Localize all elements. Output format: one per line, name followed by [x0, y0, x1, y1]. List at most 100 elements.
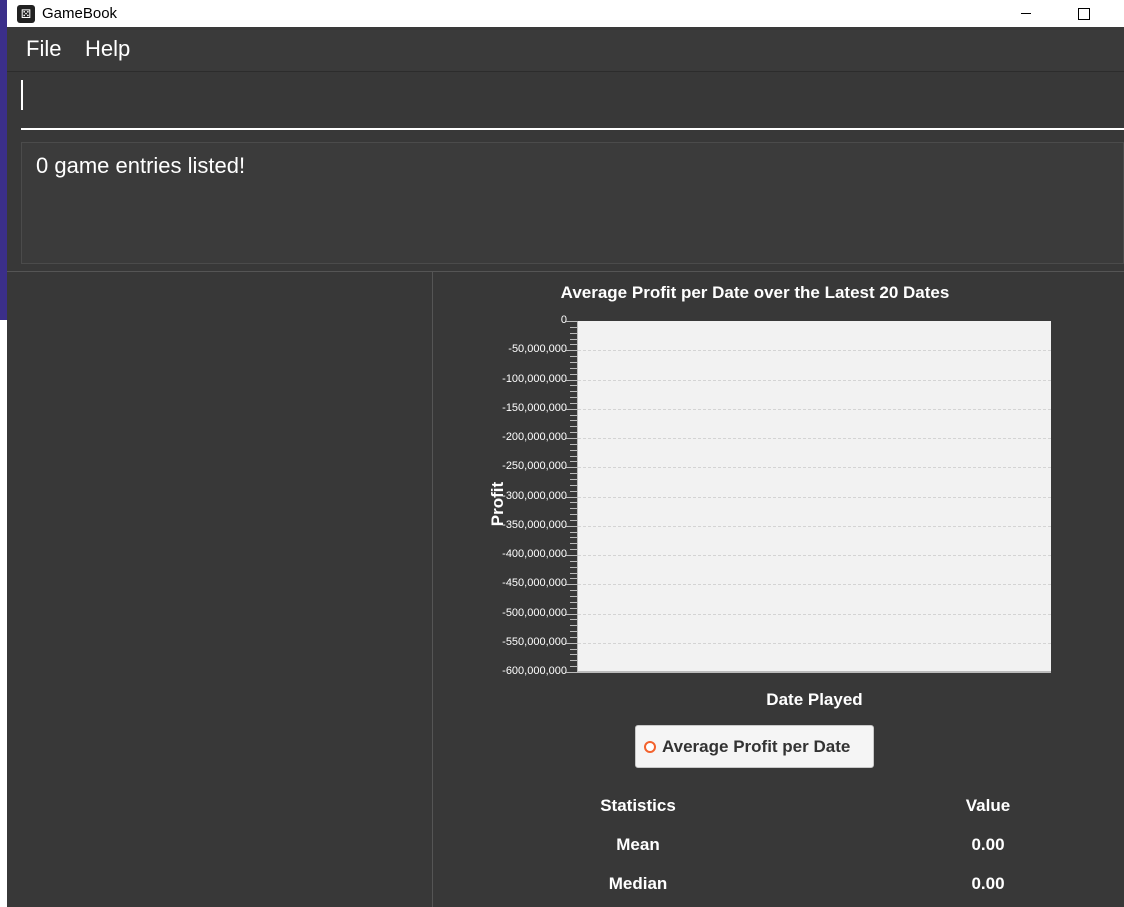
- menu-bar: File Help: [7, 27, 1124, 72]
- statistics-panel: Average Profit per Date over the Latest …: [433, 272, 1124, 907]
- y-minor-tick: [570, 478, 577, 480]
- minimize-button[interactable]: [1003, 0, 1049, 27]
- y-minor-tick: [570, 361, 577, 363]
- y-tick-label: -150,000,000: [502, 401, 567, 414]
- menu-file[interactable]: File: [26, 36, 61, 62]
- y-minor-tick: [570, 549, 577, 551]
- y-tick-label: -100,000,000: [502, 372, 567, 385]
- stats-header-statistic: Statistics: [600, 796, 676, 815]
- stats-header-value: Value: [965, 796, 1011, 815]
- window-title: GameBook: [42, 5, 118, 22]
- game-entry-list[interactable]: [7, 272, 432, 907]
- y-minor-tick: [570, 531, 577, 533]
- y-major-tick: [566, 525, 577, 527]
- legend-label: Average Profit per Date: [662, 736, 851, 756]
- y-minor-tick: [570, 560, 577, 562]
- dice-icon: ⚄: [17, 4, 35, 23]
- y-major-tick: [566, 613, 577, 615]
- y-tick-label: -600,000,000: [502, 665, 567, 677]
- chart-title: Average Profit per Date over the Latest …: [560, 283, 950, 302]
- y-minor-tick: [570, 326, 577, 328]
- result-display: 0 game entries listed!: [21, 142, 1124, 264]
- y-major-tick: [566, 672, 577, 673]
- y-major-tick: [566, 321, 577, 322]
- y-minor-tick: [570, 578, 577, 580]
- grid-line: [578, 613, 1051, 615]
- y-minor-tick: [570, 356, 577, 358]
- y-minor-tick: [570, 473, 577, 475]
- y-major-tick: [566, 584, 577, 586]
- y-minor-tick: [570, 502, 577, 504]
- y-minor-tick: [570, 666, 577, 668]
- y-tick-label: -200,000,000: [502, 431, 567, 443]
- y-minor-tick: [570, 414, 577, 416]
- stats-row-value: 0.00: [971, 835, 1005, 854]
- background-window-strip: [0, 0, 7, 907]
- y-minor-tick: [570, 519, 577, 521]
- y-minor-tick: [570, 566, 577, 568]
- y-major-tick: [566, 438, 577, 439]
- title-bar: ⚄ GameBook: [7, 0, 1124, 27]
- y-minor-tick: [570, 543, 577, 545]
- minimize-icon: [1021, 13, 1031, 14]
- y-minor-tick: [570, 338, 577, 340]
- y-tick-label: -500,000,000: [502, 606, 567, 619]
- y-minor-tick: [570, 601, 577, 603]
- y-major-tick: [566, 408, 577, 410]
- grid-line: [578, 525, 1051, 527]
- y-minor-tick: [570, 402, 577, 404]
- y-major-tick: [566, 555, 577, 556]
- y-minor-tick: [570, 397, 577, 399]
- y-minor-tick: [570, 373, 577, 375]
- grid-line: [578, 642, 1051, 644]
- y-tick-label: -300,000,000: [502, 489, 567, 502]
- y-tick-label: -550,000,000: [502, 635, 567, 648]
- y-minor-tick: [570, 660, 577, 662]
- y-minor-tick: [570, 420, 577, 422]
- y-minor-tick: [570, 432, 577, 434]
- y-minor-tick: [570, 449, 577, 451]
- y-major-tick: [566, 642, 577, 644]
- y-major-tick: [566, 467, 577, 469]
- grid-line: [578, 438, 1051, 439]
- y-minor-tick: [570, 654, 577, 656]
- grid-line: [578, 467, 1051, 469]
- y-minor-tick: [570, 590, 577, 592]
- y-minor-tick: [570, 648, 577, 650]
- grid-line: [578, 379, 1051, 381]
- result-message: 0 game entries listed!: [36, 153, 246, 178]
- y-tick-label: -250,000,000: [502, 460, 567, 473]
- y-tick-label: -450,000,000: [502, 577, 567, 590]
- text-cursor: [21, 80, 23, 110]
- y-minor-tick: [570, 508, 577, 510]
- y-minor-tick: [570, 443, 577, 445]
- y-minor-tick: [570, 631, 577, 633]
- menu-help[interactable]: Help: [85, 36, 130, 62]
- command-input[interactable]: [21, 80, 1124, 130]
- x-axis-line: [577, 671, 1051, 673]
- background-window-header: [0, 0, 7, 320]
- grid-line: [578, 496, 1051, 498]
- y-minor-tick: [570, 490, 577, 492]
- y-minor-tick: [570, 537, 577, 539]
- y-axis-line: [577, 321, 578, 673]
- y-minor-tick: [570, 572, 577, 574]
- maximize-button[interactable]: [1061, 0, 1107, 27]
- y-minor-tick: [570, 595, 577, 597]
- grid-line: [578, 584, 1051, 586]
- grid-line: [578, 408, 1051, 410]
- y-minor-tick: [570, 367, 577, 369]
- y-minor-tick: [570, 619, 577, 621]
- y-major-tick: [566, 350, 577, 352]
- maximize-icon: [1078, 7, 1090, 20]
- y-minor-tick: [570, 484, 577, 486]
- y-tick-label: 0: [560, 314, 567, 326]
- y-minor-tick: [570, 625, 577, 627]
- y-minor-tick: [570, 455, 577, 457]
- y-minor-tick: [570, 385, 577, 387]
- stats-row-value: 0.00: [971, 874, 1005, 893]
- grid-line: [578, 555, 1051, 556]
- y-major-tick: [566, 379, 577, 381]
- grid-line: [578, 350, 1051, 352]
- stats-row-label: Mean: [616, 835, 660, 854]
